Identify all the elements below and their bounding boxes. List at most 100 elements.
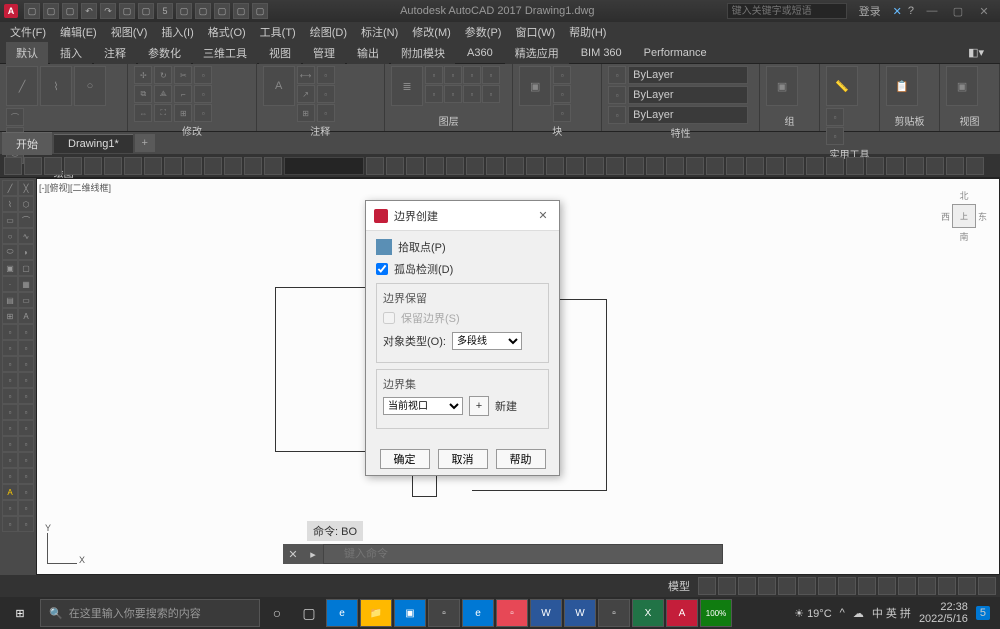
tb-btn[interactable]	[44, 157, 62, 175]
menu-tools[interactable]: 工具(T)	[254, 22, 302, 42]
annotate-tool-icon[interactable]: ▫	[317, 66, 335, 84]
tb-btn[interactable]	[746, 157, 764, 175]
menu-dimension[interactable]: 标注(N)	[355, 22, 404, 42]
tool-spline-icon[interactable]: ∿	[18, 228, 34, 244]
layer-tool-icon[interactable]: ▫	[425, 66, 443, 84]
object-type-select[interactable]: 多段线	[452, 332, 522, 350]
measure-tool-icon[interactable]: 📏	[826, 66, 858, 106]
ime-indicator[interactable]: 中 英 拼	[872, 605, 911, 621]
taskview-icon[interactable]: ▢	[294, 599, 324, 627]
vc-east[interactable]: 东	[978, 210, 987, 223]
tb-btn[interactable]	[726, 157, 744, 175]
app-logo-icon[interactable]: A	[4, 4, 18, 18]
ribbon-tab-parametric[interactable]: 参数化	[138, 42, 191, 64]
tool-icon[interactable]: ▫	[2, 404, 18, 420]
tb-btn[interactable]	[686, 157, 704, 175]
tb-btn[interactable]	[626, 157, 644, 175]
tool-text-icon[interactable]: A	[2, 484, 18, 500]
ribbon-tab-annotate[interactable]: 注释	[94, 42, 136, 64]
sb-btn[interactable]	[918, 577, 936, 595]
modify-tool-icon[interactable]: ▫	[194, 66, 212, 84]
tool-mtext-icon[interactable]: A	[18, 308, 34, 324]
sb-polar-icon[interactable]	[758, 577, 776, 595]
word-icon[interactable]: W	[530, 599, 562, 627]
tool-icon[interactable]: ▫	[18, 356, 34, 372]
clock[interactable]: 22:38 2022/5/16	[919, 601, 968, 625]
qat-undo-icon[interactable]: ↶	[81, 3, 97, 19]
tb-btn[interactable]	[866, 157, 884, 175]
tb-btn[interactable]	[164, 157, 182, 175]
island-detect-checkbox[interactable]	[376, 263, 388, 275]
sb-cycle-icon[interactable]	[858, 577, 876, 595]
login-link[interactable]: 登录	[853, 3, 887, 19]
help-search-input[interactable]	[727, 3, 847, 19]
tb-btn[interactable]	[144, 157, 162, 175]
pick-points-icon[interactable]	[376, 239, 392, 255]
util-icon[interactable]: ▫	[826, 127, 844, 145]
arc-tool-icon[interactable]: ⌒	[6, 108, 24, 126]
app-icon[interactable]: ▫	[428, 599, 460, 627]
annotate-tool-icon[interactable]: ▫	[317, 104, 335, 122]
tb-btn[interactable]	[244, 157, 262, 175]
insert-block-icon[interactable]: ▣	[519, 66, 551, 106]
table-tool-icon[interactable]: ⊞	[297, 104, 315, 122]
tool-icon[interactable]: ▫	[2, 500, 18, 516]
sb-grid-icon[interactable]	[698, 577, 716, 595]
tool-hatch-icon[interactable]: ▦	[18, 276, 34, 292]
tb-btn[interactable]	[184, 157, 202, 175]
dialog-close-icon[interactable]: ✕	[535, 208, 551, 224]
tb-btn[interactable]	[64, 157, 82, 175]
qat-new-icon[interactable]: ▢	[24, 3, 40, 19]
command-input[interactable]	[323, 544, 723, 564]
tb-btn[interactable]	[606, 157, 624, 175]
sb-snap-icon[interactable]	[718, 577, 736, 595]
mirror-tool-icon[interactable]: ⟁	[154, 85, 172, 103]
tool-gradient-icon[interactable]: ▤	[2, 292, 18, 308]
tb-btn[interactable]	[386, 157, 404, 175]
tb-btn[interactable]	[966, 157, 984, 175]
menu-insert[interactable]: 插入(I)	[155, 22, 199, 42]
notification-icon[interactable]: 5	[976, 606, 990, 620]
boundary-set-select[interactable]: 当前视口	[383, 397, 463, 415]
tb-btn[interactable]	[224, 157, 242, 175]
ok-button[interactable]: 确定	[380, 449, 430, 469]
tray-chevron-icon[interactable]: ^	[840, 607, 845, 619]
tool-icon[interactable]: ▫	[18, 468, 34, 484]
menu-window[interactable]: 窗口(W)	[509, 22, 561, 42]
qat-btn[interactable]: ▢	[195, 3, 211, 19]
new-boundary-icon[interactable]: +	[469, 396, 489, 416]
explorer-icon[interactable]: 📁	[360, 599, 392, 627]
tool-icon[interactable]: ▫	[18, 452, 34, 468]
tb-btn[interactable]	[806, 157, 824, 175]
cmd-close-icon[interactable]: ✕	[283, 544, 303, 564]
help-icon[interactable]: ?	[908, 5, 914, 17]
tool-icon[interactable]: ▫	[2, 436, 18, 452]
util-icon[interactable]: ▫	[826, 108, 844, 126]
tb-btn[interactable]	[886, 157, 904, 175]
menu-file[interactable]: 文件(F)	[4, 22, 52, 42]
start-button[interactable]: ⊞	[2, 599, 38, 627]
ribbon-tab-manage[interactable]: 管理	[303, 42, 345, 64]
app-icon[interactable]: e	[462, 599, 494, 627]
qat-redo-icon[interactable]: ↷	[100, 3, 116, 19]
modify-tool-icon[interactable]: ▫	[194, 85, 212, 103]
tb-btn[interactable]	[506, 157, 524, 175]
tool-arc-icon[interactable]: ⌒	[18, 212, 34, 228]
tb-btn[interactable]	[826, 157, 844, 175]
rotate-tool-icon[interactable]: ↻	[154, 66, 172, 84]
paste-tool-icon[interactable]: 📋	[886, 66, 918, 106]
tool-region-icon[interactable]: ▭	[18, 292, 34, 308]
vc-top-face[interactable]: 上	[952, 204, 976, 228]
scale-tool-icon[interactable]: ⛶	[154, 104, 172, 122]
tool-icon[interactable]: ▫	[18, 500, 34, 516]
tool-icon[interactable]: ▫	[18, 404, 34, 420]
help-button[interactable]: 帮助	[496, 449, 546, 469]
menu-help[interactable]: 帮助(H)	[563, 22, 612, 42]
layer-tool-icon[interactable]: ▫	[425, 85, 443, 103]
tb-btn[interactable]	[104, 157, 122, 175]
leader-tool-icon[interactable]: ↗	[297, 85, 315, 103]
ribbon-tab-performance[interactable]: Performance	[634, 44, 717, 62]
sb-otrack-icon[interactable]	[798, 577, 816, 595]
sb-btn[interactable]	[898, 577, 916, 595]
dialog-titlebar[interactable]: 边界创建 ✕	[366, 201, 559, 231]
